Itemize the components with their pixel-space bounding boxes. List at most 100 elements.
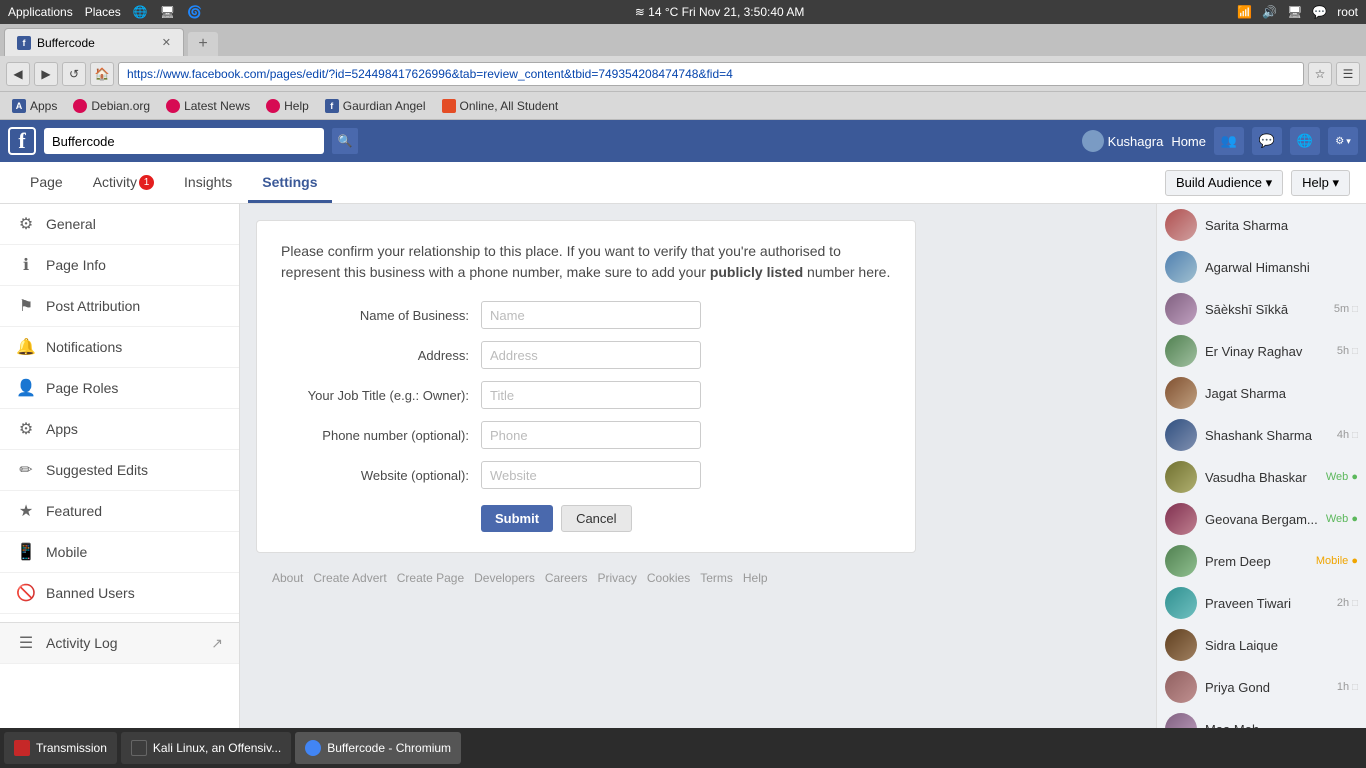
help-dropdown-button[interactable]: Help ▾ — [1291, 170, 1350, 196]
reload-button[interactable]: ↺ — [62, 62, 86, 86]
chat-icon: 💬 — [1312, 5, 1327, 19]
os-icon2: 🖥 — [160, 5, 175, 19]
tab-activity[interactable]: Activity1 — [79, 162, 168, 203]
general-icon: ⚙ — [16, 214, 36, 234]
friend-item-10[interactable]: Sidra Laique — [1157, 624, 1366, 666]
applications-menu[interactable]: Applications — [8, 5, 73, 19]
fb-settings-icon[interactable]: ⚙ ▾ — [1328, 127, 1358, 155]
friend-item-7[interactable]: Geovana Bergam...Web ● — [1157, 498, 1366, 540]
tab-close-button[interactable]: ✕ — [162, 36, 171, 49]
sidebar-item-general[interactable]: ⚙ General — [0, 204, 239, 245]
sidebar-label-notifications: Notifications — [46, 339, 122, 355]
content-card: Please confirm your relationship to this… — [256, 220, 916, 553]
tab-insights[interactable]: Insights — [170, 162, 246, 203]
footer-privacy[interactable]: Privacy — [598, 571, 637, 585]
friend-avatar-6 — [1165, 461, 1197, 493]
taskbar-kali[interactable]: Kali Linux, an Offensiv... — [121, 732, 291, 764]
friend-item-9[interactable]: Praveen Tiwari2h □ — [1157, 582, 1366, 624]
friend-item-3[interactable]: Er Vinay Raghav5h □ — [1157, 330, 1366, 372]
footer-terms[interactable]: Terms — [700, 571, 733, 585]
fb-messages-icon[interactable]: 💬 — [1252, 127, 1282, 155]
footer-createadvert[interactable]: Create Advert — [313, 571, 386, 585]
footer-cookies[interactable]: Cookies — [647, 571, 690, 585]
home-button[interactable]: 🏠 — [90, 62, 114, 86]
friend-name-8: Prem Deep — [1205, 554, 1308, 569]
sidebar-label-featured: Featured — [46, 503, 102, 519]
menu-button[interactable]: ☰ — [1336, 62, 1360, 86]
fb-notifications-icon[interactable]: 🌐 — [1290, 127, 1320, 155]
new-tab-button[interactable]: + — [188, 32, 218, 56]
fb-right-sidebar: Sarita SharmaAgarwal HimanshiSāèkshī Sīk… — [1156, 204, 1366, 728]
friend-name-9: Praveen Tiwari — [1205, 596, 1329, 611]
footer-careers[interactable]: Careers — [545, 571, 588, 585]
friend-msg-icon-11: □ — [1349, 682, 1358, 693]
taskbar-chromium[interactable]: Buffercode - Chromium — [295, 732, 461, 764]
taskbar-chromium-icon — [305, 740, 321, 756]
sidebar-item-pageroles[interactable]: 👤 Page Roles — [0, 368, 239, 409]
input-jobtitle[interactable] — [481, 381, 701, 409]
network-icon: 📶 — [1237, 5, 1252, 19]
friend-item-4[interactable]: Jagat Sharma — [1157, 372, 1366, 414]
bookmark-online[interactable]: Online, All Student — [438, 97, 563, 115]
friend-item-2[interactable]: Sāèkshī Sīkkā5m □ — [1157, 288, 1366, 330]
browser-tab-active[interactable]: f Buffercode ✕ — [4, 28, 184, 56]
input-website[interactable] — [481, 461, 701, 489]
friend-item-8[interactable]: Prem DeepMobile ● — [1157, 540, 1366, 582]
footer-about[interactable]: About — [272, 571, 303, 585]
taskbar-transmission[interactable]: Transmission — [4, 732, 117, 764]
os-clock: ≋ 14 °C Fri Nov 21, 3:50:40 AM — [635, 5, 805, 19]
bookmark-gaurdianangel[interactable]: f Gaurdian Angel — [321, 97, 430, 115]
form-row-business-name: Name of Business: — [281, 301, 891, 329]
input-business-name[interactable] — [481, 301, 701, 329]
footer-developers[interactable]: Developers — [474, 571, 535, 585]
browser-tabs: f Buffercode ✕ + — [0, 24, 1366, 56]
bookmark-help[interactable]: Help — [262, 97, 313, 115]
fb-friends-icon[interactable]: 👥 — [1214, 127, 1244, 155]
footer-help[interactable]: Help — [743, 571, 768, 585]
sidebar-item-featured[interactable]: ★ Featured — [0, 491, 239, 532]
friend-item-5[interactable]: Shashank Sharma4h □ — [1157, 414, 1366, 456]
bookmark-latestnews[interactable]: Latest News — [162, 97, 254, 115]
form-row-website: Website (optional): — [281, 461, 891, 489]
friend-avatar-9 — [1165, 587, 1197, 619]
sidebar-item-suggestededits[interactable]: ✏ Suggested Edits — [0, 450, 239, 491]
cancel-button[interactable]: Cancel — [561, 505, 631, 532]
sidebar-item-mobile[interactable]: 📱 Mobile — [0, 532, 239, 573]
fb-home-link[interactable]: Home — [1171, 134, 1206, 149]
input-phone[interactable] — [481, 421, 701, 449]
friend-item-12[interactable]: Maa Meh — [1157, 708, 1366, 728]
address-bar[interactable] — [118, 62, 1304, 86]
back-button[interactable]: ◀ — [6, 62, 30, 86]
tab-page[interactable]: Page — [16, 162, 77, 203]
friend-item-6[interactable]: Vasudha BhaskarWeb ● — [1157, 456, 1366, 498]
places-menu[interactable]: Places — [85, 5, 121, 19]
sidebar-item-apps[interactable]: ⚙ Apps — [0, 409, 239, 450]
input-address[interactable] — [481, 341, 701, 369]
forward-button[interactable]: ▶ — [34, 62, 58, 86]
os-icon3: 🌀 — [187, 5, 202, 19]
bookmark-button[interactable]: ☆ — [1308, 62, 1332, 86]
sidebar-item-notifications[interactable]: 🔔 Notifications — [0, 327, 239, 368]
bookmark-apps[interactable]: A Apps — [8, 97, 61, 115]
sidebar-item-postattribution[interactable]: ⚑ Post Attribution — [0, 286, 239, 327]
sidebar-item-bannedusers[interactable]: 🚫 Banned Users — [0, 573, 239, 614]
friend-item-0[interactable]: Sarita Sharma — [1157, 204, 1366, 246]
fb-user-display[interactable]: Kushagra — [1082, 130, 1164, 152]
build-audience-button[interactable]: Build Audience ▾ — [1165, 170, 1283, 196]
fb-search-button[interactable]: 🔍 — [332, 128, 358, 154]
tab-settings[interactable]: Settings — [248, 162, 331, 203]
friend-item-11[interactable]: Priya Gond1h □ — [1157, 666, 1366, 708]
footer-createpage[interactable]: Create Page — [397, 571, 464, 585]
friend-right-11: 1h □ — [1337, 681, 1358, 693]
friend-item-1[interactable]: Agarwal Himanshi — [1157, 246, 1366, 288]
bookmark-apps-label: Apps — [30, 99, 57, 113]
sidebar-item-activitylog[interactable]: ☰ Activity Log ↗ — [0, 622, 239, 664]
submit-button[interactable]: Submit — [481, 505, 553, 532]
bookmark-apps-icon: A — [12, 99, 26, 113]
sidebar-item-pageinfo[interactable]: ℹ Page Info — [0, 245, 239, 286]
featured-icon: ★ — [16, 501, 36, 521]
bookmark-debian[interactable]: Debian.org — [69, 97, 154, 115]
volume-icon: 🔊 — [1262, 5, 1277, 19]
fb-header-right: Kushagra Home 👥 💬 🌐 ⚙ ▾ — [1082, 127, 1358, 155]
fb-search-input[interactable] — [44, 128, 324, 154]
